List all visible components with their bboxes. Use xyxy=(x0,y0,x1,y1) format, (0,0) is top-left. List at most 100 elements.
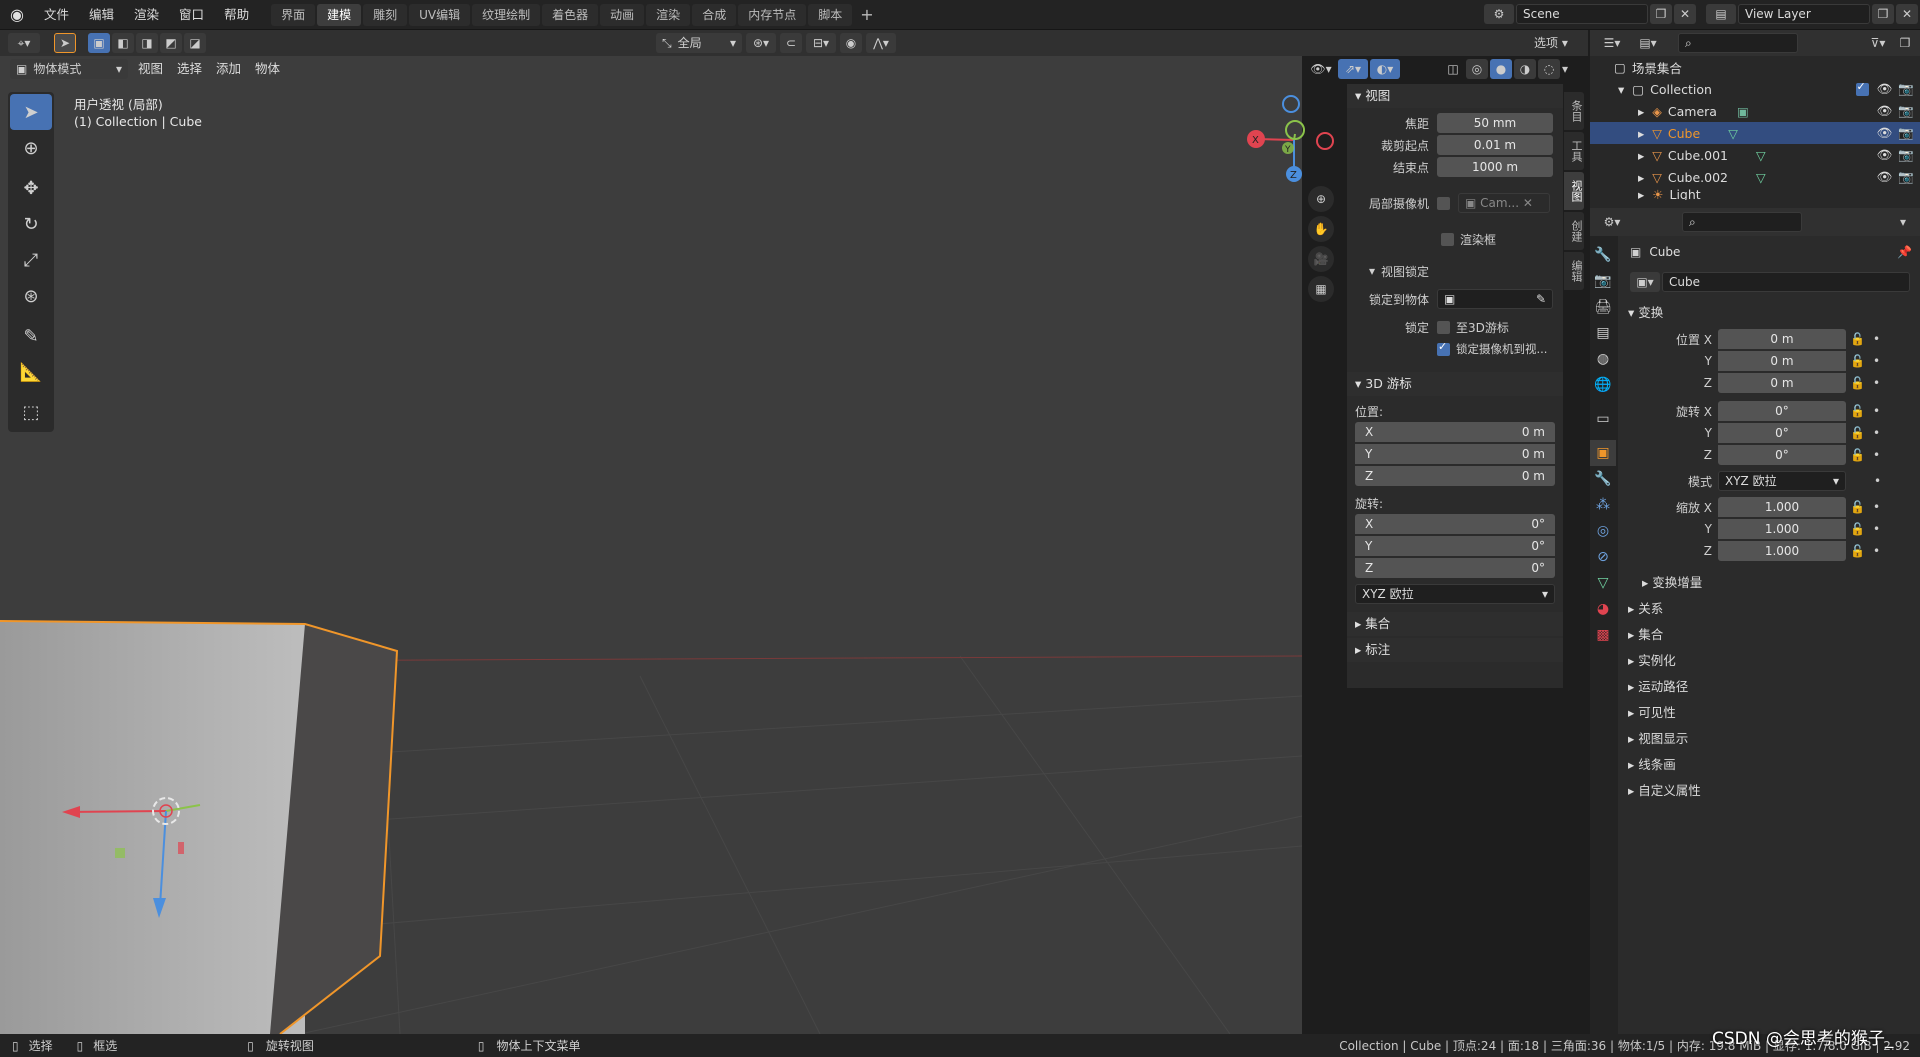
lock-icon[interactable]: 🔓 xyxy=(1850,500,1865,514)
solid-shading-icon[interactable]: ● xyxy=(1490,59,1512,79)
tab-rendering[interactable]: 渲染 xyxy=(646,3,691,26)
menu-view[interactable]: 视图 xyxy=(128,56,173,82)
transform-orientation-dropdown[interactable]: ⤡ 全局 ▾ xyxy=(656,33,742,53)
collection-row[interactable]: ▾ ▢ Collection 👁 📷 xyxy=(1590,78,1920,100)
menu-add[interactable]: 添加 xyxy=(206,56,251,82)
overlay-toggle-icon[interactable]: ◐▾ xyxy=(1370,59,1400,79)
move-tool-icon[interactable]: ✥ xyxy=(10,170,52,206)
scene-name-field[interactable]: Scene xyxy=(1516,4,1648,24)
gizmo-toggle-icon[interactable]: ⇗▾ xyxy=(1338,59,1368,79)
relations-section-header[interactable]: ▸ 关系 xyxy=(1622,596,1920,622)
local-camera-field[interactable]: ▣ Cam... ✕ xyxy=(1458,193,1550,213)
instancing-section-header[interactable]: ▸ 实例化 xyxy=(1622,648,1920,674)
select-box-tool-icon[interactable]: ➤ xyxy=(10,94,52,130)
eye-icon[interactable]: 👁 xyxy=(1877,125,1893,141)
material-shading-icon[interactable]: ◑ xyxy=(1514,59,1536,79)
transform-tool-icon[interactable]: ⊛ xyxy=(10,278,52,314)
eyedropper-icon[interactable]: ✎ xyxy=(1536,290,1546,308)
outliner-item-cube[interactable]: ▸ ▽ Cube ▽ 👁 📷 xyxy=(1590,122,1920,144)
rendered-shading-icon[interactable]: ◌ xyxy=(1538,59,1560,79)
tab-layout[interactable]: 界面 xyxy=(271,3,316,26)
cursor-section-header[interactable]: ▾ 3D 游标 xyxy=(1347,372,1563,396)
scale-x-field[interactable]: 1.000 xyxy=(1718,497,1846,517)
lock-object-field[interactable]: ▣ ✎ xyxy=(1437,289,1553,309)
keyframe-dot-icon[interactable]: • xyxy=(1873,354,1880,368)
local-camera-checkbox[interactable] xyxy=(1437,196,1450,210)
rotation-z-field[interactable]: 0° xyxy=(1718,445,1846,465)
focal-length-field[interactable]: 50 mm xyxy=(1437,113,1553,133)
view-layer-field[interactable]: View Layer xyxy=(1738,4,1870,24)
select-invert-icon[interactable]: ◩ xyxy=(160,33,182,53)
tab-tool[interactable]: 工具 xyxy=(1564,132,1584,170)
eye-icon[interactable]: 👁 xyxy=(1877,147,1893,163)
blender-logo-icon[interactable]: ◉ xyxy=(0,5,34,24)
render-tab-icon[interactable]: 📷 xyxy=(1590,268,1616,294)
scale-z-field[interactable]: 1.000 xyxy=(1718,541,1846,561)
output-tab-icon[interactable]: 🖨 xyxy=(1590,294,1616,320)
eye-icon[interactable]: 👁 xyxy=(1877,169,1893,185)
keyframe-dot-icon[interactable]: • xyxy=(1873,426,1880,440)
cursor-tool-icon[interactable]: ⊕ xyxy=(10,130,52,166)
select-mode-icon[interactable]: ➤ xyxy=(54,33,76,53)
menu-render[interactable]: 渲染 xyxy=(124,0,169,30)
options-dropdown[interactable]: 选项 ▾ xyxy=(1528,33,1580,53)
menu-help[interactable]: 帮助 xyxy=(214,0,259,30)
view-lock-subheader[interactable]: ▾ 视图锁定 xyxy=(1347,260,1563,282)
keyframe-dot-icon[interactable]: • xyxy=(1873,332,1880,346)
material-tab-icon[interactable]: ◕ xyxy=(1590,596,1616,622)
lock-icon[interactable]: 🔓 xyxy=(1850,404,1865,418)
cursor-loc-x-field[interactable]: X 0 m xyxy=(1355,422,1555,442)
custom-properties-section-header[interactable]: ▸ 自定义属性 xyxy=(1622,778,1920,804)
shading-chevron-icon[interactable]: ▾ xyxy=(1562,62,1574,76)
add-cube-tool-icon[interactable]: ⬚ xyxy=(10,394,52,430)
collection-section-header[interactable]: ▸ 集合 xyxy=(1347,612,1563,636)
physics-tab-icon[interactable]: ◎ xyxy=(1590,518,1616,544)
outliner-item-cube-001[interactable]: ▸ ▽ Cube.001 ▽ 👁 📷 xyxy=(1590,144,1920,166)
tab-geometry-nodes[interactable]: 内存节点 xyxy=(738,3,807,26)
properties-editor-type-icon[interactable]: ⚙▾ xyxy=(1596,212,1628,232)
rotation-y-field[interactable]: 0° xyxy=(1718,423,1846,443)
visibility-icon[interactable]: 👁▾ xyxy=(1306,59,1336,79)
cursor-rot-x-field[interactable]: X 0° xyxy=(1355,514,1555,534)
new-collection-icon[interactable]: ❐ xyxy=(1894,33,1916,53)
modifier-tab-icon[interactable]: 🔧 xyxy=(1590,466,1616,492)
tab-texture-paint[interactable]: 纹理绘制 xyxy=(472,3,541,26)
mode-dropdown[interactable]: ▣ 物体模式 ▾ xyxy=(10,59,128,79)
menu-edit[interactable]: 编辑 xyxy=(79,0,124,30)
lock-icon[interactable]: 🔓 xyxy=(1850,354,1865,368)
tab-modeling[interactable]: 建模 xyxy=(317,3,362,26)
world-tab-icon[interactable]: 🌐 xyxy=(1590,372,1616,398)
lock-icon[interactable]: 🔓 xyxy=(1850,522,1865,536)
clip-start-field[interactable]: 0.01 m xyxy=(1437,135,1553,155)
add-workspace-button[interactable]: + xyxy=(860,5,873,24)
scene-tab-icon[interactable]: ◍ xyxy=(1590,346,1616,372)
select-subtract-icon[interactable]: ◨ xyxy=(136,33,158,53)
wireframe-shading-icon[interactable]: ◎ xyxy=(1466,59,1488,79)
pan-hand-icon[interactable]: ✋ xyxy=(1308,216,1334,242)
camera-render-icon[interactable]: 📷 xyxy=(1898,103,1914,119)
outliner-search-input[interactable]: ⌕ xyxy=(1678,33,1798,53)
location-x-field[interactable]: 0 m xyxy=(1718,329,1846,349)
select-extend-icon[interactable]: ◧ xyxy=(112,33,134,53)
outliner-editor-type-icon[interactable]: ☰▾ xyxy=(1596,33,1628,53)
collections-section-header[interactable]: ▸ 集合 xyxy=(1622,622,1920,648)
navigation-gizmo[interactable]: X Z Y xyxy=(1240,90,1340,190)
annotation-section-header[interactable]: ▸ 标注 xyxy=(1347,638,1563,662)
scale-tool-icon[interactable]: ⤢ xyxy=(10,242,52,278)
viewport-display-section-header[interactable]: ▸ 视图显示 xyxy=(1622,726,1920,752)
visibility-section-header[interactable]: ▸ 可见性 xyxy=(1622,700,1920,726)
keyframe-dot-icon[interactable]: • xyxy=(1873,448,1880,462)
annotate-tool-icon[interactable]: ✎ xyxy=(10,318,52,354)
keyframe-dot-icon[interactable]: • xyxy=(1873,500,1880,514)
filter-icon[interactable]: ⊽▾ xyxy=(1862,33,1894,53)
transform-section-header[interactable]: ▾ 变换 xyxy=(1622,300,1920,326)
motion-paths-section-header[interactable]: ▸ 运动路径 xyxy=(1622,674,1920,700)
clip-end-field[interactable]: 1000 m xyxy=(1437,157,1553,177)
falloff-icon[interactable]: ⋀▾ xyxy=(866,33,896,53)
render-region-checkbox[interactable] xyxy=(1441,232,1454,246)
new-scene-icon[interactable]: ❐ xyxy=(1650,4,1672,24)
lock-icon[interactable]: 🔓 xyxy=(1850,544,1865,558)
cursor-rot-z-field[interactable]: Z 0° xyxy=(1355,558,1555,578)
snap-icon[interactable]: ⊂ xyxy=(780,33,802,53)
lock-icon[interactable]: 🔓 xyxy=(1850,332,1865,346)
